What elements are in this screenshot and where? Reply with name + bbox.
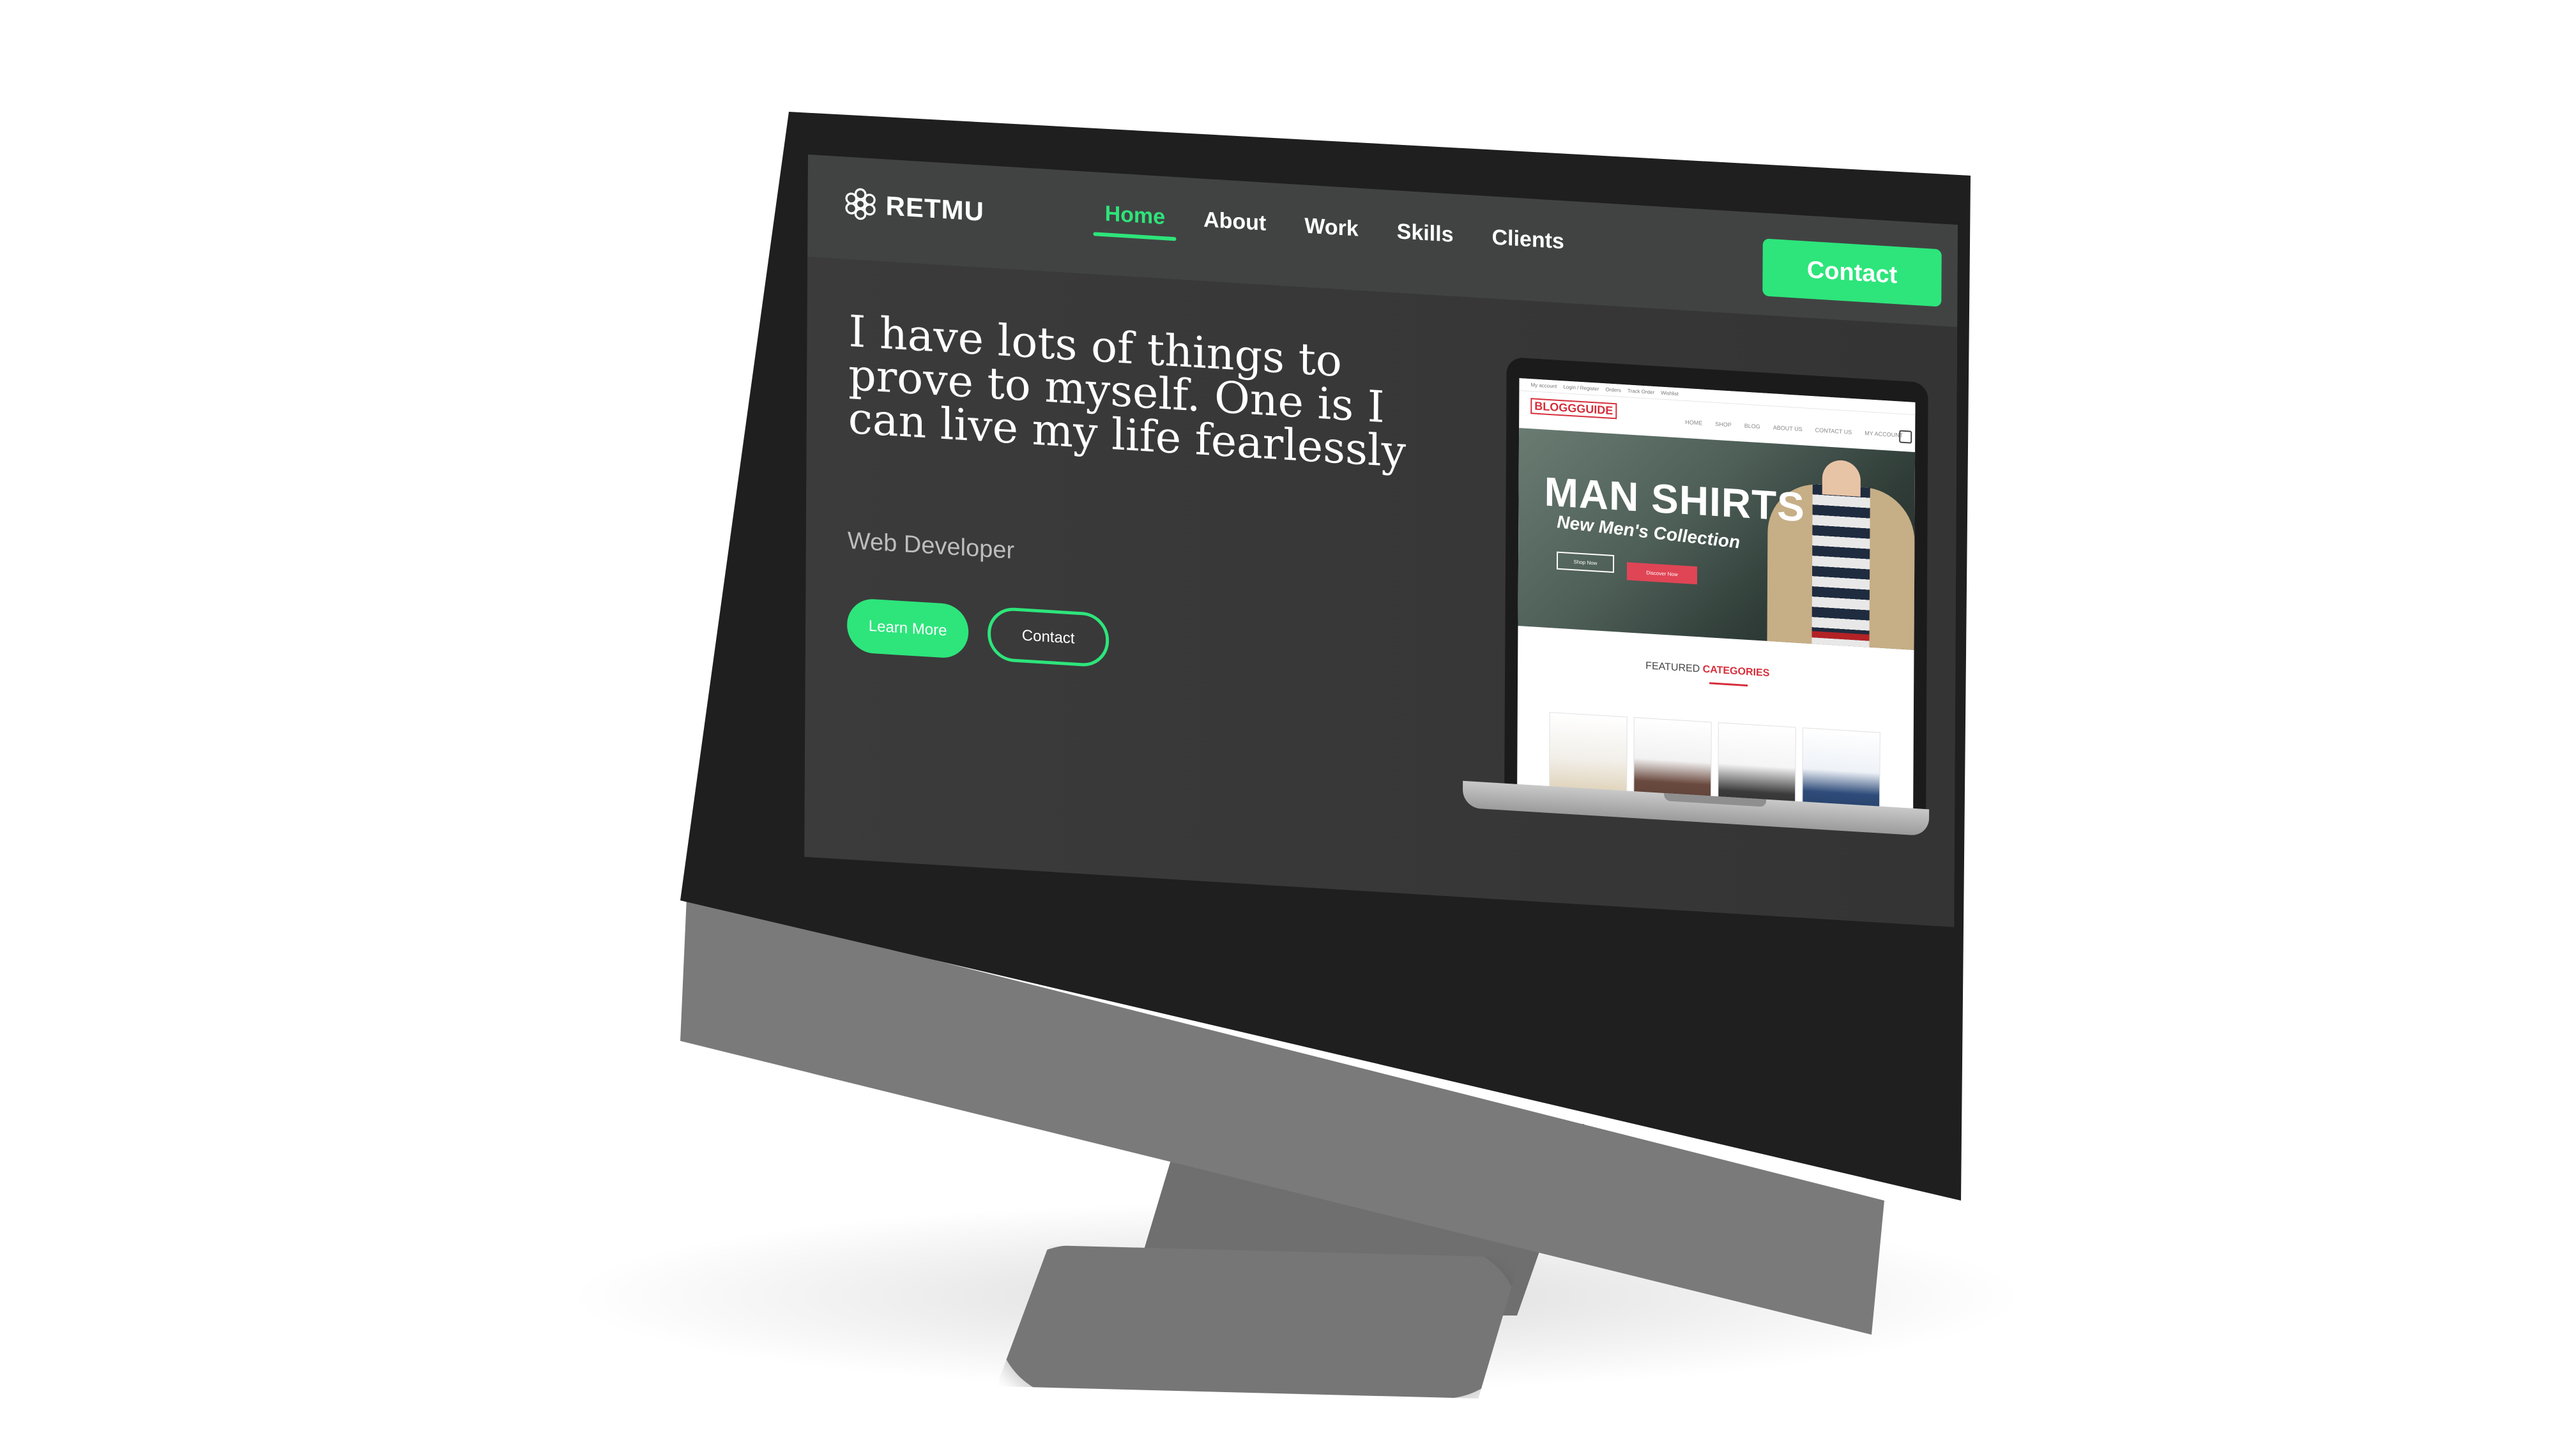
- preview-featured-underline: [1709, 682, 1748, 686]
- nav-links: Home About Work Skills Clients: [1104, 201, 1564, 264]
- preview-top-link[interactable]: Login / Register: [1563, 384, 1599, 391]
- preview-menu-item[interactable]: MY ACCOUNT: [1865, 430, 1903, 439]
- preview-brand-logo[interactable]: BLOGGGUIDE: [1530, 398, 1617, 420]
- preview-top-link[interactable]: Wishlist: [1661, 390, 1679, 397]
- learn-more-button[interactable]: Learn More: [846, 597, 969, 660]
- preview-top-link[interactable]: My account: [1530, 382, 1557, 389]
- flower-logo-icon: [845, 188, 876, 220]
- nav-clients[interactable]: Clients: [1491, 225, 1564, 264]
- logo-text: RETMU: [885, 190, 985, 227]
- nav-home[interactable]: Home: [1104, 201, 1166, 240]
- nav-work[interactable]: Work: [1304, 214, 1359, 252]
- neck-shape: [1822, 459, 1861, 497]
- preview-featured-highlight: CATEGORIES: [1702, 664, 1770, 679]
- laptop-screen: My account Login / Register Orders Track…: [1517, 378, 1916, 817]
- preview-menu-item[interactable]: BLOG: [1744, 423, 1760, 430]
- preview-menu-item[interactable]: ABOUT US: [1773, 424, 1803, 432]
- webpage: RETMU Home About Work Skills Clients Con…: [804, 155, 1958, 927]
- preview-top-link[interactable]: Track Order: [1628, 388, 1654, 395]
- hero-headline: I have lots of things to prove to myself…: [848, 306, 1407, 478]
- preview-shop-now-button[interactable]: Shop Now: [1556, 551, 1615, 573]
- laptop-mockup: My account Login / Register Orders Track…: [1444, 353, 1932, 874]
- cart-icon[interactable]: [1899, 430, 1912, 444]
- hero-subtitle: Web Developer: [847, 527, 1015, 565]
- monitor-scene: RETMU Home About Work Skills Clients Con…: [0, 0, 2555, 1456]
- navbar: RETMU Home About Work Skills Clients Con…: [807, 155, 1958, 328]
- nav-contact-button[interactable]: Contact: [1762, 238, 1942, 307]
- preview-featured-heading: FEATURED CATEGORIES: [1645, 660, 1769, 679]
- preview-top-link[interactable]: Orders: [1605, 386, 1621, 393]
- preview-hero: MAN SHIRTS New Men's Collection Shop Now…: [1518, 428, 1916, 650]
- logo[interactable]: RETMU: [843, 185, 984, 229]
- nav-about[interactable]: About: [1203, 208, 1266, 246]
- preview-discover-now-button[interactable]: Discover Now: [1626, 562, 1698, 585]
- preview-menu-item[interactable]: SHOP: [1715, 421, 1732, 428]
- nav-skills[interactable]: Skills: [1397, 219, 1454, 257]
- preview-menu: HOME SHOP BLOG ABOUT US CONTACT US MY AC…: [1685, 419, 1903, 439]
- preview-menu-item[interactable]: HOME: [1685, 419, 1702, 427]
- striped-shirt-shape: [1811, 484, 1870, 648]
- preview-menu-item[interactable]: CONTACT US: [1815, 427, 1852, 436]
- webpage-inner: RETMU Home About Work Skills Clients Con…: [804, 155, 1958, 927]
- preview-featured-title: FEATURED: [1645, 660, 1700, 675]
- hero-contact-button[interactable]: Contact: [987, 606, 1110, 668]
- monitor-screen: RETMU Home About Work Skills Clients Con…: [0, 0, 2555, 1456]
